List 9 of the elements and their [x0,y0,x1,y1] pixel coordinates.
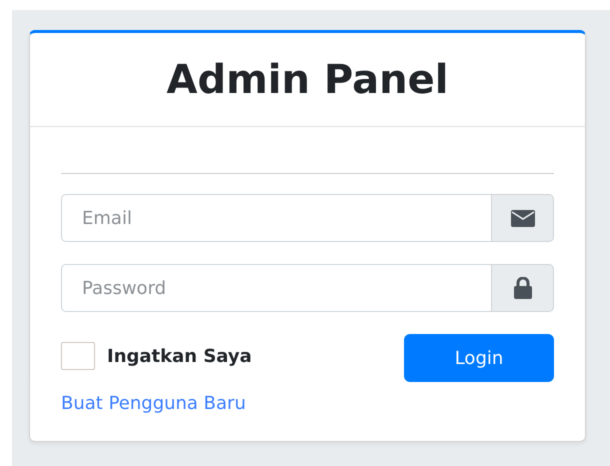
panel-title: Admin Panel [166,56,448,104]
email-field[interactable]: Email [61,194,492,242]
remember-label: Ingatkan Saya [107,344,252,368]
login-button[interactable]: Login [404,334,554,382]
lock-icon [512,277,532,299]
password-field[interactable]: Password [61,264,492,312]
remember-checkbox[interactable] [61,342,95,370]
envelope-icon [510,210,534,226]
register-link[interactable]: Buat Pengguna Baru [61,390,252,417]
